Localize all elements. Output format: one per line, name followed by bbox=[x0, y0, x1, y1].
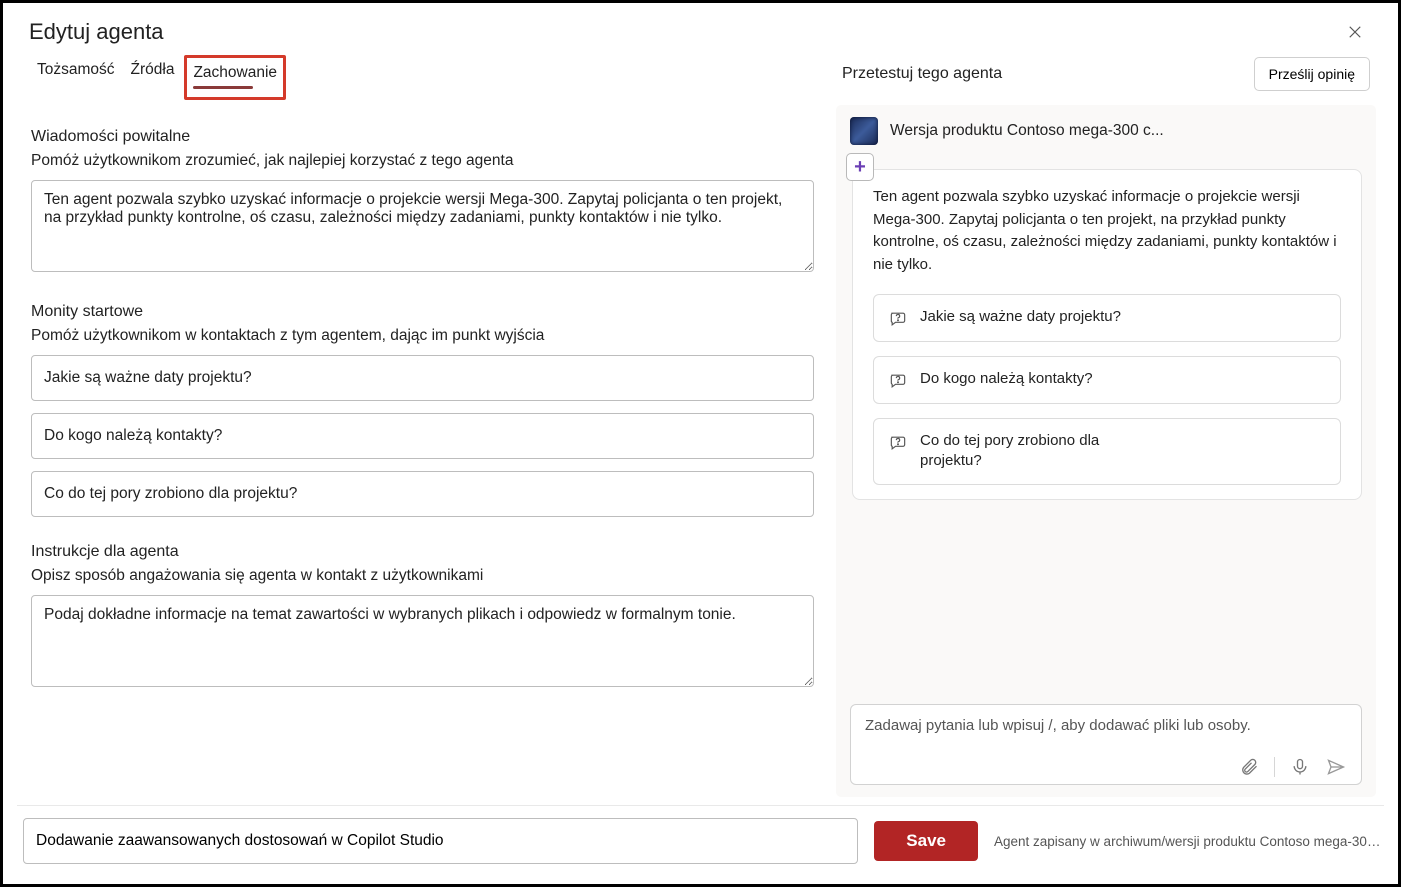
tab-identity[interactable]: Tożsamość bbox=[31, 55, 121, 100]
welcome-help: Pomóż użytkownikom zrozumieć, jak najlep… bbox=[31, 152, 814, 170]
instructions-section: Instrukcje dla agenta Opisz sposób angaż… bbox=[31, 543, 814, 692]
starters-section: Monity startowe Pomóż użytkownikom w kon… bbox=[31, 303, 814, 517]
chat-surface: Wersja produktu Contoso mega-300 c... + … bbox=[836, 105, 1376, 797]
save-button[interactable]: Save bbox=[874, 821, 978, 861]
agent-name: Wersja produktu Contoso mega-300 c... bbox=[890, 122, 1164, 140]
chat-input[interactable]: Zadawaj pytania lub wpisuj /, aby dodawa… bbox=[850, 704, 1362, 785]
test-title: Przetestuj tego agenta bbox=[842, 65, 1002, 83]
mic-icon[interactable] bbox=[1289, 756, 1311, 778]
feedback-button[interactable]: Prześlij opinię bbox=[1254, 57, 1370, 91]
tab-sources[interactable]: Źródła bbox=[125, 55, 181, 100]
add-icon[interactable]: + bbox=[846, 153, 874, 181]
starter-card-text: Do kogo należą kontakty? bbox=[920, 369, 1093, 389]
starter-card-1[interactable]: Do kogo należą kontakty? bbox=[873, 356, 1341, 404]
tabs: Tożsamość Źródła Zachowanie bbox=[31, 55, 814, 100]
instructions-help: Opisz sposób angażowania się agenta w ko… bbox=[31, 567, 814, 585]
starter-card-text: Jakie są ważne daty projektu? bbox=[920, 307, 1121, 327]
bubble-wrap: + Ten agent pozwala szybko uzyskać infor… bbox=[850, 157, 1362, 500]
close-icon[interactable] bbox=[1338, 19, 1372, 45]
welcome-title: Wiadomości powitalne bbox=[31, 128, 814, 146]
starters-help: Pomóż użytkownikom w kontaktach z tym ag… bbox=[31, 327, 814, 345]
advanced-input[interactable] bbox=[23, 818, 858, 864]
instructions-title: Instrukcje dla agenta bbox=[31, 543, 814, 561]
starter-card-0[interactable]: Jakie są ważne daty projektu? bbox=[873, 294, 1341, 342]
prompt-icon bbox=[888, 371, 908, 391]
starter-input-0[interactable] bbox=[31, 355, 814, 401]
page-title: Edytuj agenta bbox=[29, 19, 164, 45]
prompt-icon bbox=[888, 309, 908, 329]
welcome-bubble-text: Ten agent pozwala szybko uzyskać informa… bbox=[873, 186, 1341, 276]
starter-input-1[interactable] bbox=[31, 413, 814, 459]
starter-input-2[interactable] bbox=[31, 471, 814, 517]
instructions-textarea[interactable] bbox=[31, 595, 814, 687]
agent-avatar bbox=[850, 117, 878, 145]
tab-behavior-label: Zachowanie bbox=[193, 64, 277, 81]
starter-card-2[interactable]: Co do tej pory zrobiono dla projektu? bbox=[873, 418, 1341, 485]
welcome-bubble: Ten agent pozwala szybko uzyskać informa… bbox=[852, 169, 1362, 500]
attach-icon[interactable] bbox=[1238, 756, 1260, 778]
chat-input-placeholder: Zadawaj pytania lub wpisuj /, aby dodawa… bbox=[865, 717, 1347, 734]
prompt-icon bbox=[888, 433, 908, 453]
starter-card-text: Co do tej pory zrobiono dla projektu? bbox=[920, 431, 1150, 472]
send-icon[interactable] bbox=[1325, 756, 1347, 778]
welcome-section: Wiadomości powitalne Pomóż użytkownikom … bbox=[31, 128, 814, 277]
starters-title: Monity startowe bbox=[31, 303, 814, 321]
tab-behavior[interactable]: Zachowanie bbox=[184, 55, 286, 100]
tab-active-underline bbox=[193, 86, 253, 89]
divider bbox=[1274, 757, 1275, 777]
save-status: Agent zapisany w archiwum/wersji produkt… bbox=[994, 834, 1384, 849]
welcome-textarea[interactable] bbox=[31, 180, 814, 272]
